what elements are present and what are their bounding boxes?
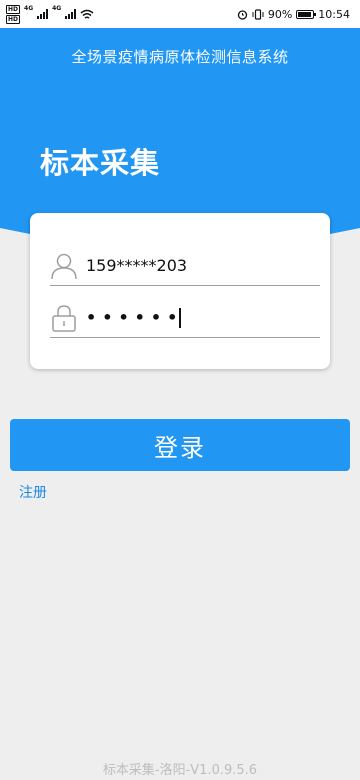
login-card: 159*****203 •••••• (30, 213, 330, 369)
status-right: 90% 10:54 (237, 8, 350, 21)
signal-icon (37, 9, 49, 19)
sim2-badge: HD (6, 14, 21, 24)
login-button[interactable]: 登录 (10, 419, 350, 471)
password-field[interactable]: •••••• (50, 298, 320, 338)
status-left: HD HD 4G 4G (6, 4, 94, 24)
app-title: 全场景疫情病原体检测信息系统 (71, 47, 289, 66)
text-cursor (179, 307, 182, 328)
status-bar: HD HD 4G 4G 90% 10:54 (0, 0, 360, 28)
version-label: 标本采集-洛阳-V1.0.9.5.6 (102, 763, 258, 778)
vibrate-icon (252, 8, 264, 20)
signal-icon-2 (65, 9, 77, 19)
network1-label: 4G (24, 4, 34, 12)
sim-indicators: HD HD (6, 4, 21, 24)
register-link[interactable]: 注册 (19, 482, 47, 502)
battery-percent: 90% (267, 7, 293, 21)
sim1-badge: HD (6, 4, 21, 14)
password-input[interactable]: •••••• (86, 308, 183, 327)
network2-label: 4G (52, 4, 62, 12)
lock-icon (52, 304, 76, 332)
clock: 10:54 (318, 7, 350, 21)
app-header: 全场景疫情病原体检测信息系统 (0, 28, 360, 84)
user-icon (51, 253, 77, 279)
page-title: 标本采集 (40, 146, 161, 180)
alarm-icon (237, 9, 247, 20)
wifi-icon (80, 9, 94, 19)
battery-icon (296, 9, 317, 19)
username-input[interactable]: 159*****203 (86, 256, 187, 275)
username-field[interactable]: 159*****203 (50, 246, 320, 286)
